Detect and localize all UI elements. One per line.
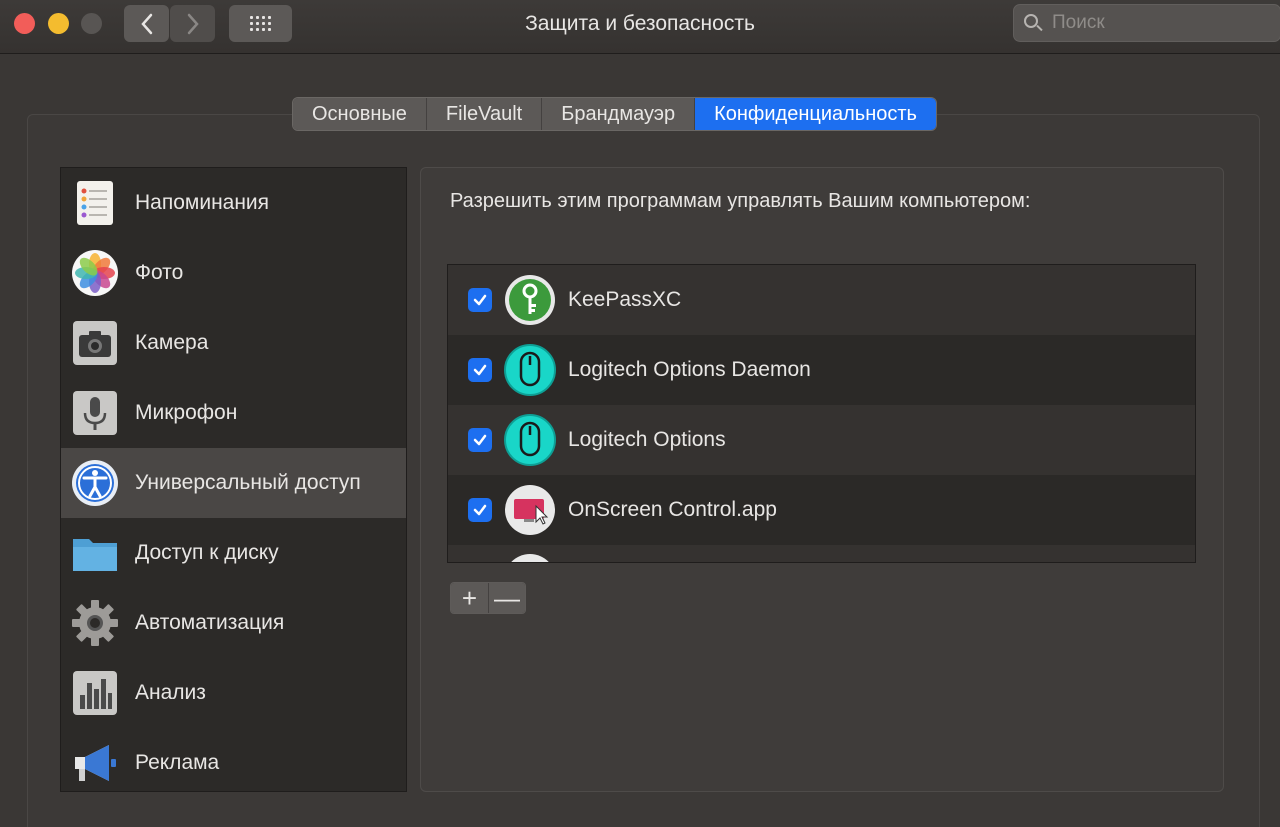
sidebar-item-analytics[interactable]: Анализ <box>61 658 406 728</box>
sidebar-item-camera[interactable]: Камера <box>61 308 406 378</box>
logitech-mouse-icon <box>504 414 556 466</box>
app-name: OnScreen Control.app <box>568 498 777 521</box>
remove-app-button[interactable]: — <box>488 583 525 613</box>
app-checkbox[interactable] <box>468 498 492 522</box>
app-row-partial[interactable] <box>448 545 1195 562</box>
tab-privacy[interactable]: Конфиденциальность <box>695 98 936 130</box>
checkmark-icon <box>473 434 487 446</box>
gear-icon <box>71 599 119 647</box>
checkmark-icon <box>473 504 487 516</box>
sidebar-item-automation[interactable]: Автоматизация <box>61 588 406 658</box>
folder-icon <box>71 529 119 577</box>
onscreen-control-icon <box>504 484 556 536</box>
add-app-button[interactable]: + <box>451 583 488 613</box>
app-name: Logitech Options Daemon <box>568 358 811 381</box>
tab-general[interactable]: Основные <box>293 98 427 130</box>
search-icon <box>1022 12 1044 34</box>
photos-icon <box>71 249 119 297</box>
analytics-icon <box>71 669 119 717</box>
title-bar: Защита и безопасность <box>0 0 1280 54</box>
sidebar-item-label: Анализ <box>135 681 206 704</box>
app-row-keepassxc[interactable]: KeePassXC <box>448 265 1195 335</box>
sidebar-item-advertising[interactable]: Реклама <box>61 728 406 791</box>
app-row-logitech-options[interactable]: Logitech Options <box>448 405 1195 475</box>
checkmark-icon <box>473 364 487 376</box>
sidebar-item-label: Доступ к диску <box>135 541 279 564</box>
sidebar-item-label: Камера <box>135 331 209 354</box>
app-row-onscreen-control[interactable]: OnScreen Control.app <box>448 475 1195 545</box>
tab-filevault[interactable]: FileVault <box>426 98 543 130</box>
sidebar-item-label: Реклама <box>135 751 220 774</box>
tab-bar: Основные FileVault Брандмауэр Конфиденци… <box>292 97 937 131</box>
reminders-icon <box>71 179 119 227</box>
sidebar-item-label: Напоминания <box>135 191 270 214</box>
app-list[interactable]: KeePassXC Logitech Options Daemon Logite… <box>447 264 1196 563</box>
sidebar-item-label: Автоматизация <box>135 611 285 634</box>
app-name: KeePassXC <box>568 288 682 311</box>
keepassxc-icon <box>504 274 556 326</box>
add-remove-control: + — <box>450 582 526 614</box>
tab-firewall[interactable]: Брандмауэр <box>542 98 696 130</box>
app-checkbox[interactable] <box>468 358 492 382</box>
app-checkbox[interactable] <box>468 428 492 452</box>
logitech-mouse-icon <box>504 344 556 396</box>
app-icon <box>504 554 556 562</box>
sidebar-item-label: Универсальный доступ <box>135 471 361 494</box>
accessibility-icon <box>71 459 119 507</box>
app-name: Logitech Options <box>568 428 726 451</box>
sidebar-item-microphone[interactable]: Микрофон <box>61 378 406 448</box>
sidebar-item-accessibility[interactable]: Универсальный доступ <box>61 448 406 518</box>
megaphone-icon <box>71 739 119 787</box>
search-input[interactable] <box>1052 12 1252 34</box>
sidebar-item-reminders[interactable]: Напоминания <box>61 168 406 238</box>
microphone-icon <box>71 389 119 437</box>
app-row-logitech-options-daemon[interactable]: Logitech Options Daemon <box>448 335 1195 405</box>
camera-icon <box>71 319 119 367</box>
sidebar-item-label: Фото <box>135 261 184 284</box>
sidebar-item-photos[interactable]: Фото <box>61 238 406 308</box>
sidebar-item-label: Микрофон <box>135 401 238 424</box>
privacy-category-list: Напоминания Фото Камера Микрофон Универс… <box>60 167 407 792</box>
checkmark-icon <box>473 294 487 306</box>
app-checkbox[interactable] <box>468 288 492 312</box>
sidebar-item-full-disk-access[interactable]: Доступ к диску <box>61 518 406 588</box>
search-field[interactable] <box>1013 4 1280 42</box>
accessibility-prompt: Разрешить этим программам управлять Ваши… <box>450 190 1031 212</box>
